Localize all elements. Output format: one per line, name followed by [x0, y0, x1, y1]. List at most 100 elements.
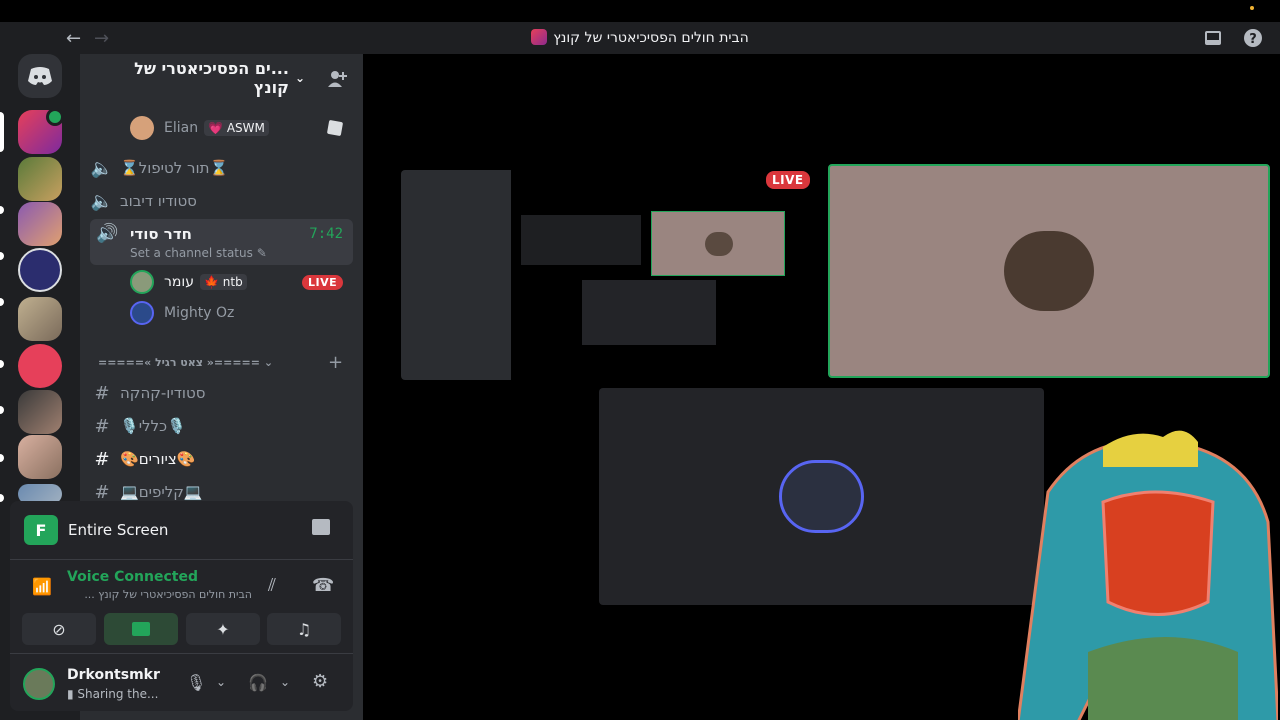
participant-tile[interactable]: [599, 388, 1044, 605]
hash-icon: #: [94, 481, 110, 503]
disconnect-icon[interactable]: ☎: [312, 575, 334, 596]
webcam-tile[interactable]: [828, 164, 1270, 378]
user-name: Elian: [164, 120, 199, 136]
discord-icon: [28, 67, 52, 85]
hash-icon: #: [94, 382, 110, 404]
voice-stage: LIVE: [363, 54, 1280, 720]
help-icon[interactable]: ?: [1243, 28, 1263, 48]
discord-window: ← → הבית חולים הפסיכיאטרי של קונץ ? ⌄ ..…: [0, 0, 1280, 720]
headphones-icon[interactable]: 🎧: [248, 673, 268, 692]
user-status: ▮ Sharing the...: [67, 687, 159, 701]
update-dot: [1250, 6, 1254, 10]
settings-icon[interactable]: ⚙: [312, 671, 328, 692]
discord-home-button[interactable]: [18, 54, 62, 98]
signal-icon[interactable]: 📶: [32, 577, 52, 596]
share-preview-face: [705, 232, 733, 256]
window-title: הבית חולים הפסיכיאטרי של קונץ: [0, 29, 1280, 46]
webcam-face: [1004, 231, 1094, 311]
unread-pill: [0, 298, 4, 306]
pencil-icon: ✎: [256, 246, 267, 260]
channel-name: 💻קליפים💻: [120, 483, 203, 501]
voice-user-omer[interactable]: עומר 🍁 ntb: [130, 268, 247, 296]
avatar: [130, 301, 154, 325]
divider: [10, 559, 353, 560]
selected-pill: [0, 112, 4, 152]
live-badge: LIVE: [766, 171, 810, 189]
speaker-icon: 🔈: [90, 157, 114, 179]
text-channel[interactable]: # סטודיו-קהקה: [90, 377, 353, 409]
stream-app-letter: F: [35, 520, 47, 540]
guild-header[interactable]: ⌄ ...ים הפסיכיאטרי של קונץ: [80, 54, 363, 102]
chevron-down-icon[interactable]: ⌄: [216, 675, 226, 689]
avatar[interactable]: [23, 668, 55, 700]
window-title-text: הבית חולים הפסיכיאטרי של קונץ: [553, 30, 749, 46]
guild-tag-text: ASWM: [226, 121, 265, 135]
guild-tag: 💗 ASWM: [204, 120, 269, 136]
hash-icon: #: [94, 448, 110, 470]
inbox-icon[interactable]: [1203, 28, 1223, 48]
voice-channel-studio[interactable]: 🔈 סטודיו דיבוב: [90, 185, 353, 217]
mic-icon[interactable]: 🎙: [186, 673, 206, 692]
chevron-down-icon: ⌄: [263, 356, 274, 369]
user-panel: F Entire Screen 📶 Voice Connected הבית ח…: [10, 501, 353, 711]
user-name: Mighty Oz: [164, 305, 235, 321]
soundboard-icon: ♫: [296, 619, 312, 639]
channel-name: ⌛תור לטיפול⌛: [120, 159, 229, 177]
server-5[interactable]: [18, 297, 62, 341]
channel-name: חדר סודי: [130, 225, 192, 243]
avatar: [130, 270, 154, 294]
category-header[interactable]: =====« צאט רגיל »===== ⌄: [98, 356, 273, 369]
text-channel[interactable]: # 🎙️כללי🎙️: [90, 410, 353, 442]
server-2[interactable]: [18, 157, 62, 201]
guild-name: ...ים הפסיכיאטרי של קונץ: [134, 59, 289, 97]
username[interactable]: Drkontsmkr: [67, 667, 160, 683]
user-status-text: Sharing the...: [77, 687, 159, 701]
chevron-down-icon[interactable]: ⌄: [280, 675, 290, 689]
channel-status[interactable]: Set a channel status ✎: [130, 246, 267, 260]
activities-button[interactable]: ✦: [186, 613, 260, 645]
server-3[interactable]: [18, 202, 62, 246]
server-4[interactable]: [18, 248, 62, 292]
speaker-icon: 🔊: [96, 223, 119, 244]
screen-share-icon: [132, 622, 150, 636]
voice-user-mighty-oz[interactable]: Mighty Oz: [130, 299, 234, 327]
hash-icon: #: [94, 415, 110, 437]
voice-server[interactable]: הבית חולים הפסיכיאטרי של קונץ ...: [67, 588, 252, 601]
share-preview-tile: [582, 280, 716, 345]
text-channel[interactable]: # 🎨ציורים🎨: [90, 443, 353, 475]
screen-share-tile[interactable]: [401, 170, 807, 380]
activity-icon: [326, 119, 344, 137]
server-6[interactable]: [18, 344, 62, 388]
noise-icon[interactable]: ⫽: [268, 575, 276, 596]
unread-pill: [0, 494, 4, 502]
stream-title: Entire Screen: [68, 521, 169, 539]
create-channel-icon[interactable]: +: [328, 352, 343, 373]
voice-channel-queue[interactable]: 🔈 ⌛תור לטיפול⌛: [90, 152, 353, 184]
server-8[interactable]: [18, 435, 62, 479]
speaker-icon: 🔈: [90, 190, 114, 212]
guild-tag: 🍁 ntb: [200, 274, 247, 290]
server-icon: [531, 29, 548, 45]
voice-indicator-icon: [46, 108, 64, 126]
screen-share-button[interactable]: [104, 613, 178, 645]
divider: [10, 653, 353, 654]
unread-pill: [0, 360, 4, 368]
channel-name: 🎨ציורים🎨: [120, 450, 196, 468]
category-name: =====« צאט רגיל »=====: [98, 356, 260, 369]
add-member-icon[interactable]: [326, 68, 348, 90]
soundboard-button[interactable]: ♫: [267, 613, 341, 645]
voice-status[interactable]: Voice Connected: [67, 569, 198, 585]
chevron-down-icon: ⌄: [294, 71, 305, 85]
live-badge: LIVE: [302, 275, 344, 290]
voice-user-elian[interactable]: Elian 💗 ASWM: [130, 114, 269, 142]
voice-channel-secret[interactable]: 🔊 חדר סודי 7:42 Set a channel status ✎: [90, 219, 353, 265]
server-7[interactable]: [18, 390, 62, 434]
unread-pill: [0, 454, 4, 462]
camera-button[interactable]: ⊘: [22, 613, 96, 645]
stop-stream-icon[interactable]: [312, 519, 330, 535]
title-bar: ← → הבית חולים הפסיכיאטרי של קונץ ?: [0, 22, 1280, 54]
camera-off-icon: ⊘: [52, 619, 66, 639]
stream-app-icon: F: [24, 515, 58, 545]
unread-pill: [0, 406, 4, 414]
svg-text:?: ?: [1249, 32, 1257, 47]
